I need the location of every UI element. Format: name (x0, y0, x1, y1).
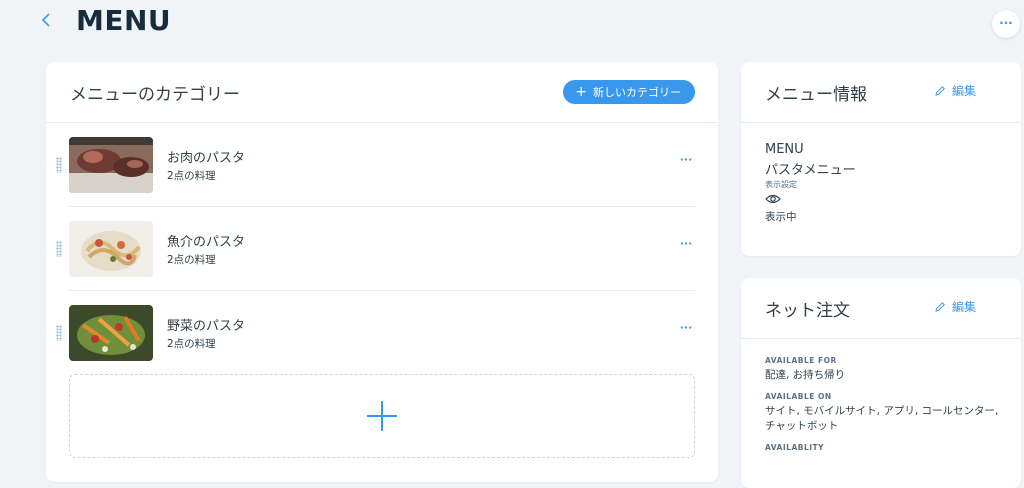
categories-title: メニューのカテゴリー (70, 85, 240, 105)
category-row[interactable]: お肉のパスタ 2点の料理 ··· (46, 123, 718, 207)
visibility-label: 表示設定 (765, 180, 797, 189)
back-button[interactable] (40, 10, 60, 34)
row-more-button[interactable]: ··· (676, 237, 696, 253)
chevron-left-icon (41, 13, 50, 27)
drag-handle-icon[interactable] (56, 241, 62, 257)
online-order-title: ネット注文 (765, 301, 850, 321)
more-horizontal-icon: ··· (999, 16, 1013, 30)
more-horizontal-icon: ··· (679, 321, 693, 334)
online-order-body: AVAILABLE FOR 配達, お持ち帰り AVAILABLE ON サイト… (765, 356, 1005, 461)
online-order-header: ネット注文 編集 (741, 278, 1021, 339)
category-item-count: 2点の料理 (167, 170, 216, 182)
edit-label: 編集 (952, 300, 977, 314)
available-on-value: サイト, モバイルサイト, アプリ, コールセンター, チャットボット (765, 405, 999, 432)
category-item-count: 2点の料理 (167, 254, 216, 266)
row-more-button[interactable]: ··· (676, 153, 696, 169)
categories-card: メニューのカテゴリー + 新しいカテゴリー お肉のパスタ 2点の料理 ··· 魚… (46, 62, 718, 482)
menu-info-header: メニュー情報 編集 (741, 62, 1021, 123)
menu-description: パスタメニュー (765, 163, 856, 178)
category-name: 魚介のパスタ (167, 235, 246, 250)
eye-icon (765, 194, 781, 204)
pencil-icon (935, 86, 945, 96)
row-more-button[interactable]: ··· (676, 321, 696, 337)
availability-label: AVAILABLITY (765, 443, 825, 452)
menu-name: MENU (765, 142, 804, 157)
available-for-label: AVAILABLE FOR (765, 356, 837, 365)
menu-info-card: メニュー情報 編集 MENU パスタメニュー 表示設定 表示中 (741, 62, 1021, 256)
categories-card-header: メニューのカテゴリー + 新しいカテゴリー (46, 62, 718, 123)
visibility-status: 表示中 (765, 211, 797, 223)
drag-handle-icon[interactable] (56, 157, 62, 173)
edit-label: 編集 (952, 84, 977, 98)
new-category-button[interactable]: + 新しいカテゴリー (563, 80, 695, 104)
category-name: 野菜のパスタ (167, 319, 246, 334)
online-order-card: ネット注文 編集 AVAILABLE FOR 配達, お持ち帰り AVAILAB… (741, 278, 1021, 488)
category-thumbnail (69, 137, 153, 193)
page-title: MENU (76, 4, 172, 37)
category-row[interactable]: 野菜のパスタ 2点の料理 ··· (46, 291, 718, 375)
menu-info-body: MENU パスタメニュー 表示設定 表示中 (765, 142, 856, 224)
category-thumbnail (69, 221, 153, 277)
more-horizontal-icon: ··· (679, 237, 693, 250)
category-name: お肉のパスタ (167, 151, 246, 166)
category-row[interactable]: 魚介のパスタ 2点の料理 ··· (46, 207, 718, 291)
plus-icon: + (575, 84, 587, 100)
new-category-label: 新しいカテゴリー (593, 86, 681, 99)
plus-icon-bar (367, 415, 397, 417)
menu-info-title: メニュー情報 (765, 85, 867, 105)
available-for-value: 配達, お持ち帰り (765, 369, 846, 381)
available-on-label: AVAILABLE ON (765, 392, 832, 401)
more-horizontal-icon: ··· (679, 153, 693, 166)
edit-menu-info-button[interactable]: 編集 (934, 82, 976, 99)
more-options-button[interactable]: ··· (992, 10, 1020, 38)
drag-handle-icon[interactable] (56, 325, 62, 341)
category-item-count: 2点の料理 (167, 338, 216, 350)
edit-online-order-button[interactable]: 編集 (934, 298, 976, 315)
pencil-icon (935, 302, 945, 312)
add-category-area[interactable] (69, 374, 695, 458)
category-thumbnail (69, 305, 153, 361)
